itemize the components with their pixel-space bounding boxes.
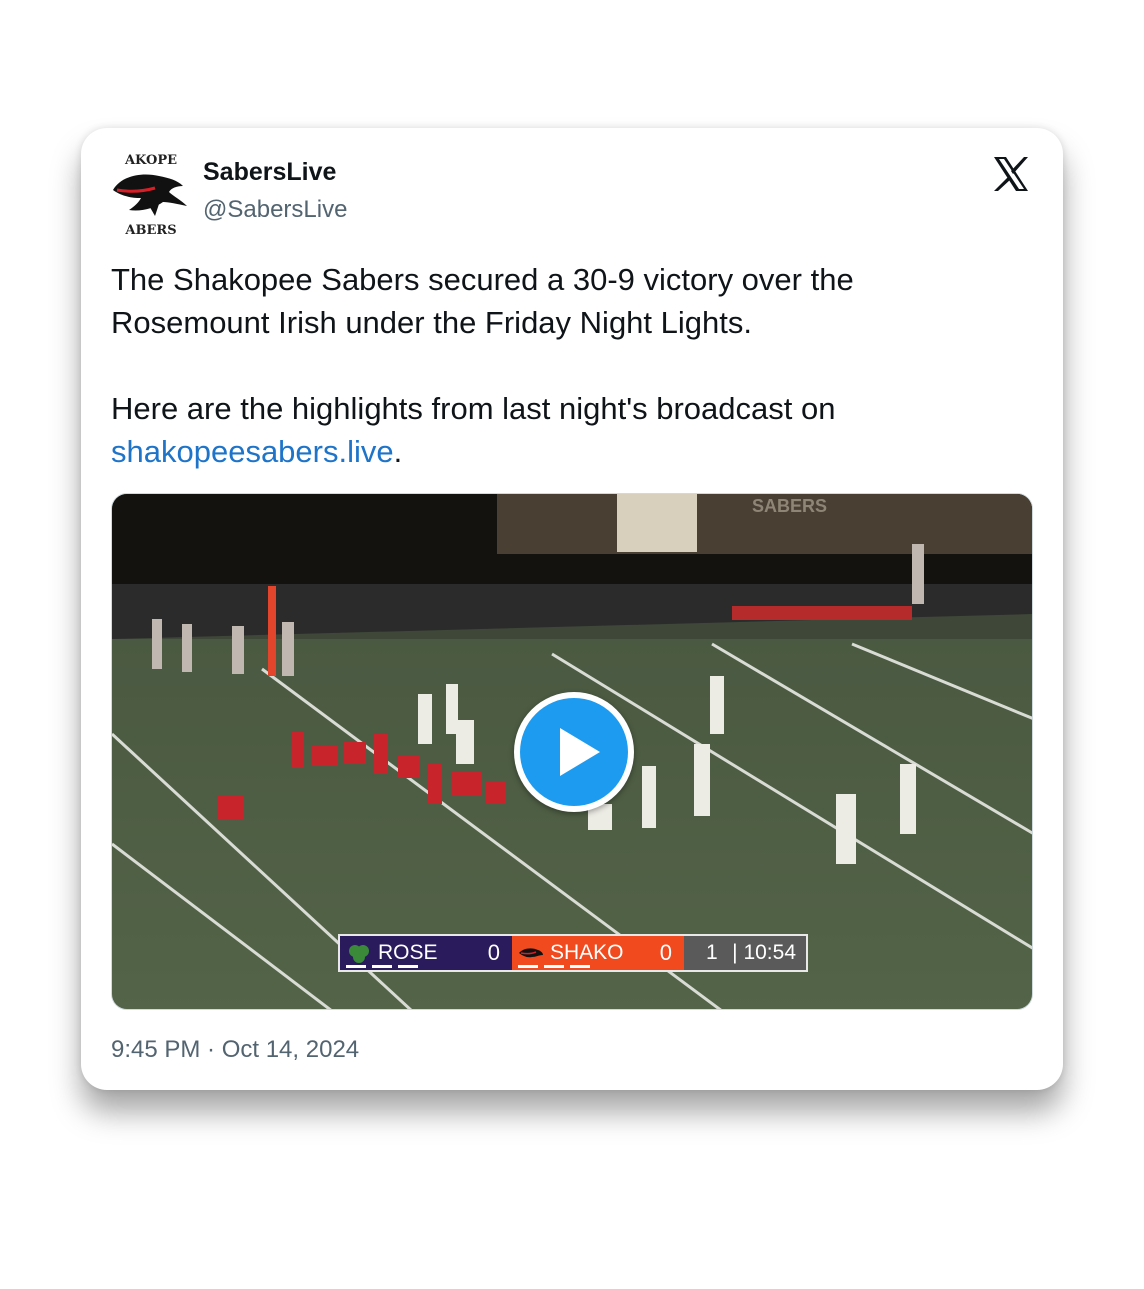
team1-timeouts xyxy=(346,965,418,968)
quarter: 1 xyxy=(706,941,718,964)
handle[interactable]: @SabersLive xyxy=(203,194,347,226)
display-name[interactable]: SabersLive xyxy=(203,156,347,188)
play-icon[interactable] xyxy=(520,698,628,806)
play-button[interactable] xyxy=(514,692,634,812)
tweet-text-suffix: . xyxy=(393,434,403,469)
video-player[interactable]: SABERS ROSE 0 SHAKO 0 1 | 10:54 xyxy=(111,493,1033,1010)
team2-timeouts xyxy=(518,965,590,968)
scorebug: ROSE 0 SHAKO 0 1 | 10:54 xyxy=(338,934,808,972)
tweet-header: AKOPE ABERS SabersLive @SabersLive xyxy=(111,148,1033,238)
shamrock-icon xyxy=(349,945,369,963)
team2-name: SHAKO xyxy=(550,941,624,964)
team2-score: 0 xyxy=(659,940,672,965)
team1-name: ROSE xyxy=(378,941,438,964)
tweet-paragraph-2: Here are the highlights from last night'… xyxy=(111,387,1011,473)
avatar-top-text: AKOPE xyxy=(124,153,177,168)
tweet-text-prefix: Here are the highlights from last night'… xyxy=(111,391,836,426)
team1-score: 0 xyxy=(487,940,500,965)
game-clock: | 10:54 xyxy=(732,941,796,964)
avatar-bottom-text: ABERS xyxy=(124,223,176,238)
stadium-sign: SABERS xyxy=(752,496,827,516)
x-logo-icon[interactable] xyxy=(991,154,1031,194)
scorebug-clock: 1 | 10:54 xyxy=(684,936,806,970)
tweet-text: The Shakopee Sabers secured a 30-9 victo… xyxy=(111,258,1011,473)
avatar[interactable]: AKOPE ABERS xyxy=(111,150,191,238)
tweet-paragraph-1: The Shakopee Sabers secured a 30-9 victo… xyxy=(111,262,854,340)
sabers-logo-icon: AKOPE ABERS xyxy=(113,153,187,238)
author-names: SabersLive @SabersLive xyxy=(203,156,347,226)
saber-cat-icon xyxy=(519,948,543,958)
tweet-link[interactable]: shakopeesabers.live xyxy=(111,434,394,469)
scorebug-team1: ROSE 0 xyxy=(340,936,512,970)
scorebug-team2: SHAKO 0 xyxy=(512,936,684,970)
tweet-card: AKOPE ABERS SabersLive @SabersLive The S… xyxy=(81,128,1063,1090)
tweet-timestamp[interactable]: 9:45 PM · Oct 14, 2024 xyxy=(111,1036,359,1064)
